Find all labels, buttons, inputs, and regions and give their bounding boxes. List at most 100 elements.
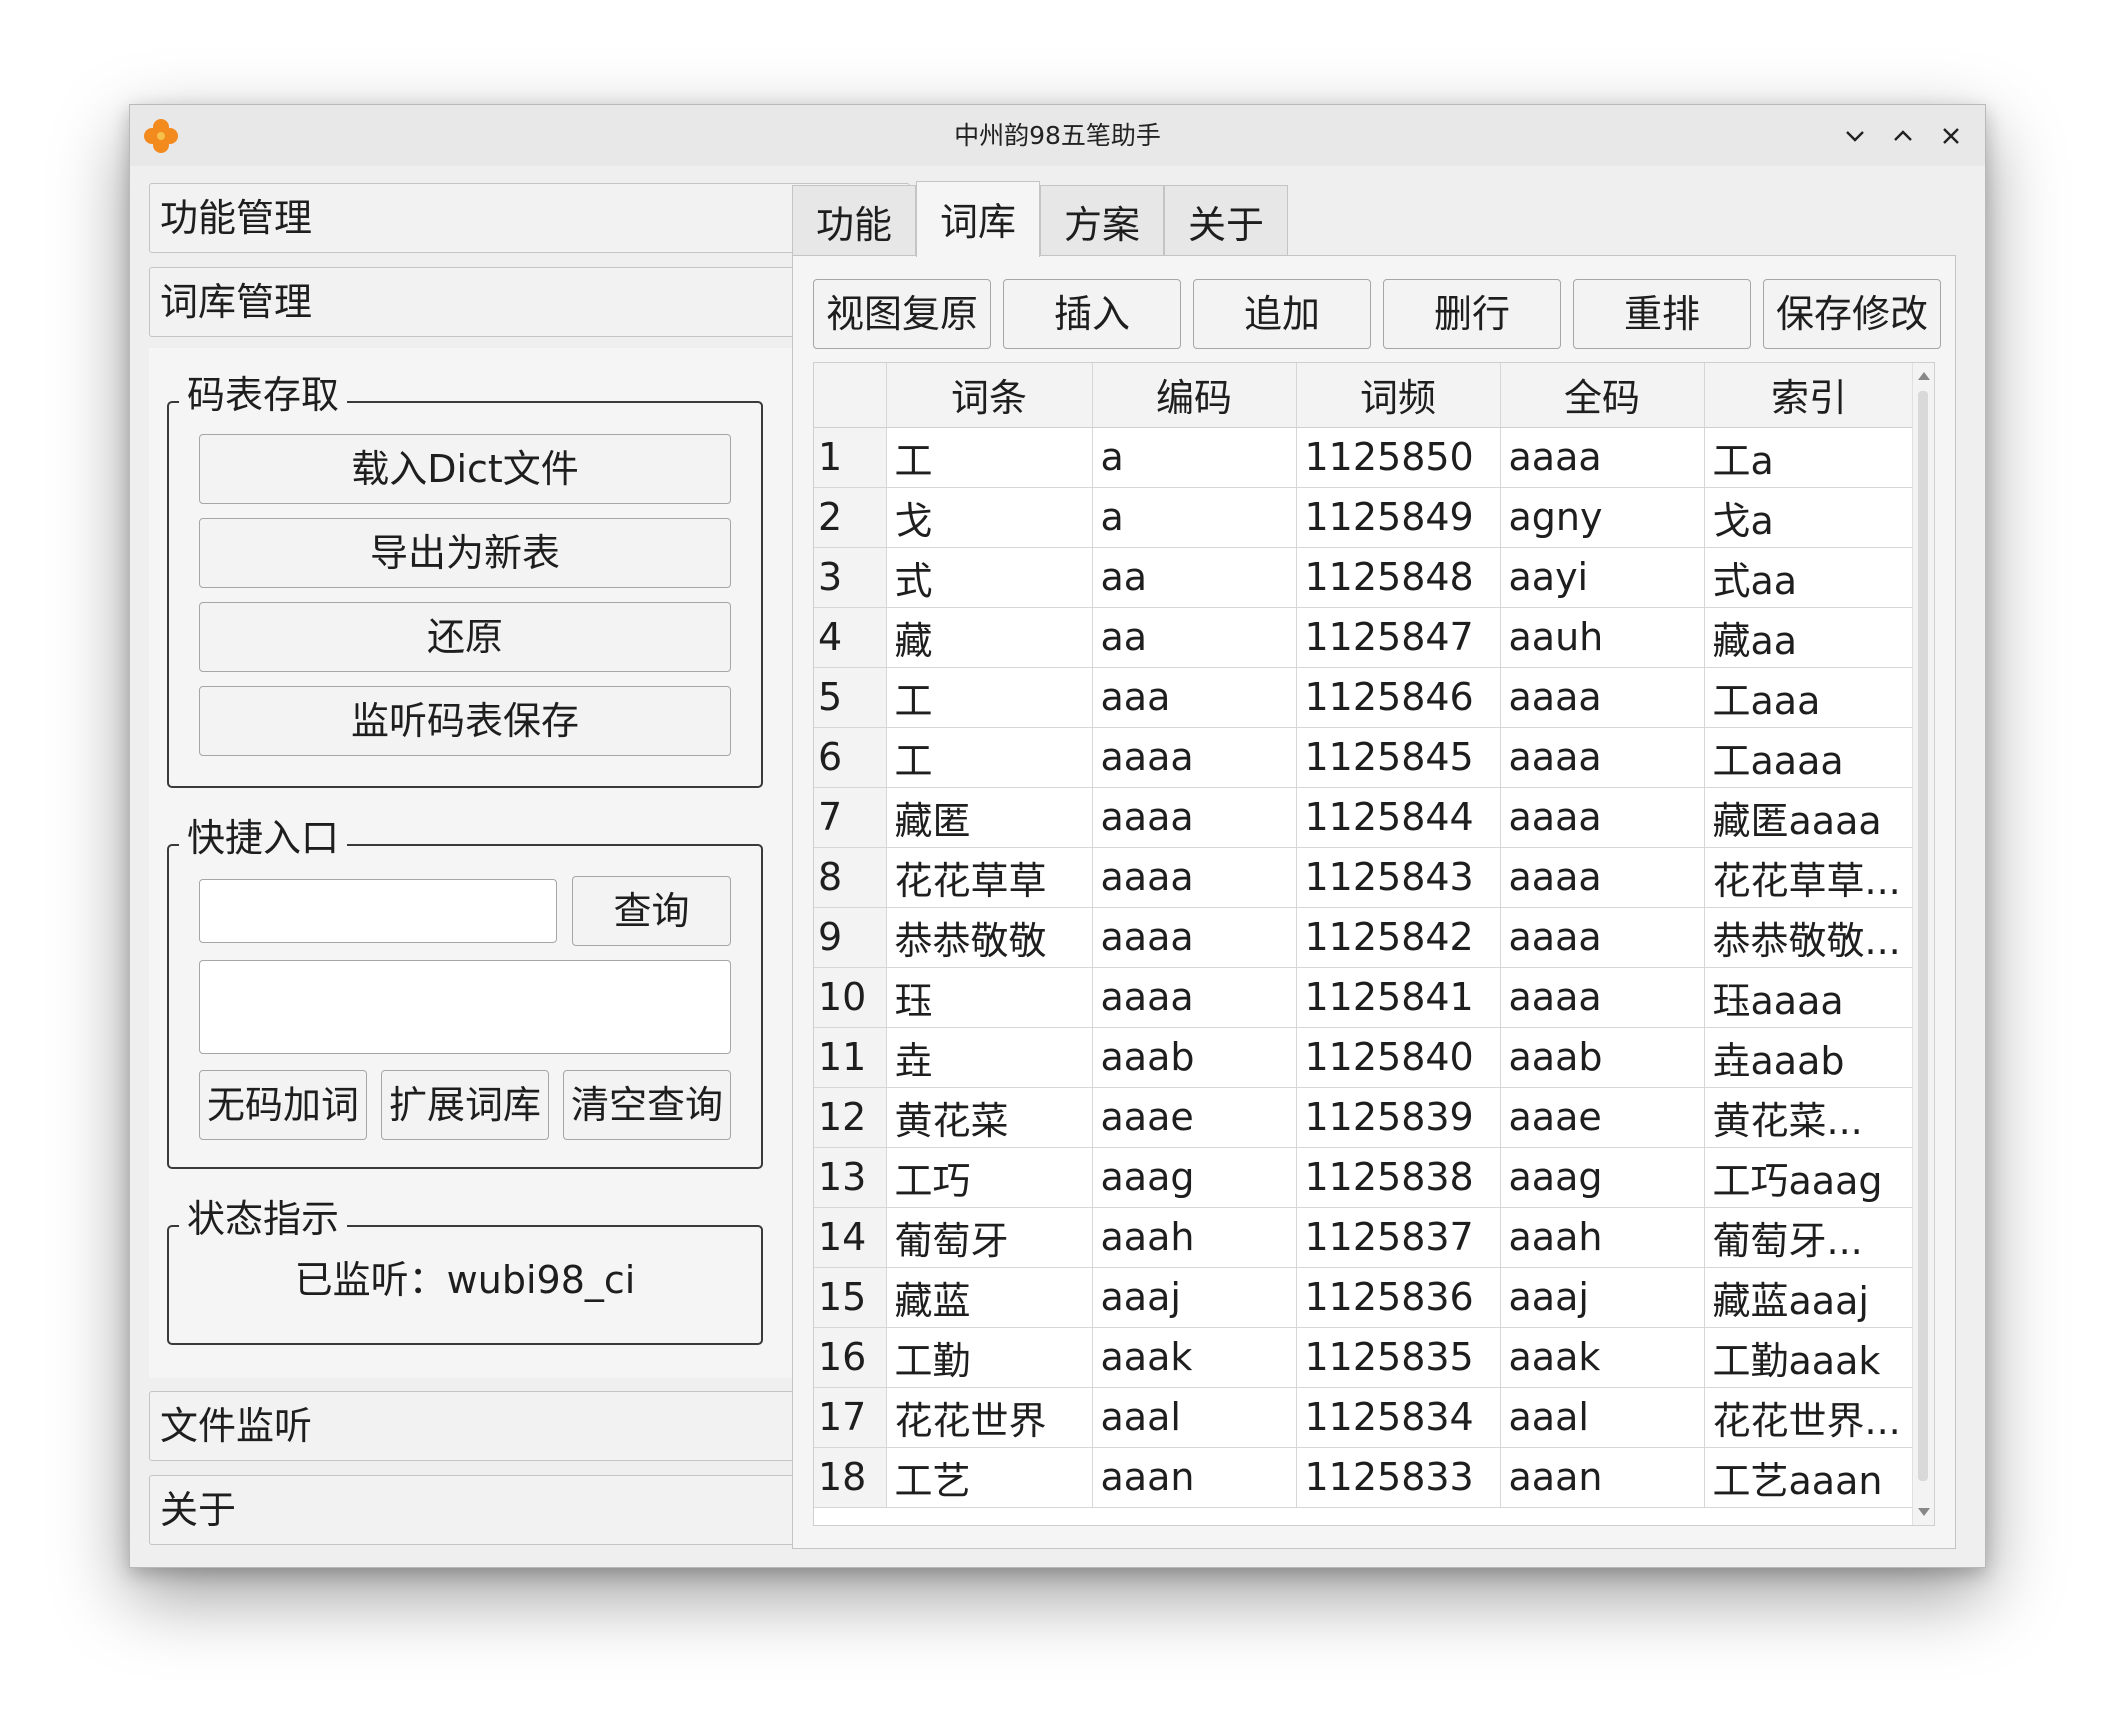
- cell-fullcode[interactable]: aaaj: [1500, 1267, 1705, 1328]
- clear-query-button[interactable]: 清空查询: [563, 1070, 731, 1140]
- cell-fullcode[interactable]: aaal: [1500, 1387, 1705, 1448]
- cell-word[interactable]: 戈: [886, 487, 1093, 548]
- cell-fullcode[interactable]: aaaa: [1500, 727, 1705, 788]
- cell-frequency[interactable]: 1125850: [1296, 427, 1501, 488]
- cell-code[interactable]: aaaa: [1092, 727, 1297, 788]
- cell-frequency[interactable]: 1125846: [1296, 667, 1501, 728]
- title-bar[interactable]: 中州韵98五笔助手: [130, 105, 1985, 166]
- row-number[interactable]: 17: [814, 1387, 887, 1448]
- table-row[interactable]: 2 戈 a 1125849 agny 戈a: [814, 487, 1915, 548]
- table-row[interactable]: 14 葡萄牙 aaah 1125837 aaah 葡萄牙...: [814, 1207, 1915, 1268]
- cell-word[interactable]: 葡萄牙: [886, 1207, 1093, 1268]
- row-number[interactable]: 14: [814, 1207, 887, 1268]
- tab-dict[interactable]: 词库: [916, 181, 1040, 257]
- table-row[interactable]: 17 花花世界 aaal 1125834 aaal 花花世界...: [814, 1387, 1915, 1448]
- cell-code[interactable]: aaaj: [1092, 1267, 1297, 1328]
- save-changes-button[interactable]: 保存修改: [1763, 279, 1941, 349]
- row-number[interactable]: 3: [814, 547, 887, 608]
- row-number[interactable]: 5: [814, 667, 887, 728]
- row-number[interactable]: 10: [814, 967, 887, 1028]
- cell-index[interactable]: 式aa: [1704, 547, 1915, 608]
- cell-code[interactable]: aa: [1092, 607, 1297, 668]
- cell-fullcode[interactable]: aaae: [1500, 1087, 1705, 1148]
- cell-code[interactable]: aaak: [1092, 1327, 1297, 1388]
- row-number[interactable]: 7: [814, 787, 887, 848]
- cell-code[interactable]: aa: [1092, 547, 1297, 608]
- row-number[interactable]: 11: [814, 1027, 887, 1088]
- cell-word[interactable]: 藏蓝: [886, 1267, 1093, 1328]
- cell-fullcode[interactable]: aaaa: [1500, 907, 1705, 968]
- table-row[interactable]: 16 工勤 aaak 1125835 aaak 工勤aaak: [814, 1327, 1915, 1388]
- row-number[interactable]: 8: [814, 847, 887, 908]
- cell-code[interactable]: aaag: [1092, 1147, 1297, 1208]
- cell-word[interactable]: 黄花菜: [886, 1087, 1093, 1148]
- dict-table[interactable]: 词条 编码 词频 全码 索引 1 工 a 1125850 aaaa 工a 2 戈 a 112584…: [813, 362, 1935, 1526]
- cell-code[interactable]: aaah: [1092, 1207, 1297, 1268]
- table-row[interactable]: 18 工艺 aaan 1125833 aaan 工艺aaan: [814, 1447, 1915, 1508]
- cell-index[interactable]: 工aaaa: [1704, 727, 1915, 788]
- tab-about[interactable]: 关于: [1164, 185, 1288, 255]
- row-number[interactable]: 6: [814, 727, 887, 788]
- cell-fullcode[interactable]: aaaa: [1500, 847, 1705, 908]
- cell-word[interactable]: 花花草草: [886, 847, 1093, 908]
- table-row[interactable]: 5 工 aaa 1125846 aaaa 工aaa: [814, 667, 1915, 728]
- cell-frequency[interactable]: 1125834: [1296, 1387, 1501, 1448]
- close-button[interactable]: [1934, 119, 1968, 153]
- cell-index[interactable]: 戈a: [1704, 487, 1915, 548]
- maximize-button[interactable]: [1886, 119, 1920, 153]
- column-header-frequency[interactable]: 词频: [1296, 363, 1501, 428]
- watch-save-button[interactable]: 监听码表保存: [199, 686, 731, 756]
- table-row[interactable]: 4 藏 aa 1125847 aauh 藏aa: [814, 607, 1915, 668]
- column-header-fullcode[interactable]: 全码: [1500, 363, 1705, 428]
- table-row[interactable]: 11 垚 aaab 1125840 aaab 垚aaab: [814, 1027, 1915, 1088]
- cell-code[interactable]: aaaa: [1092, 847, 1297, 908]
- cell-code[interactable]: a: [1092, 487, 1297, 548]
- cell-frequency[interactable]: 1125839: [1296, 1087, 1501, 1148]
- cell-frequency[interactable]: 1125836: [1296, 1267, 1501, 1328]
- table-row[interactable]: 6 工 aaaa 1125845 aaaa 工aaaa: [814, 727, 1915, 788]
- row-number[interactable]: 1: [814, 427, 887, 488]
- cell-frequency[interactable]: 1125847: [1296, 607, 1501, 668]
- cell-fullcode[interactable]: aauh: [1500, 607, 1705, 668]
- row-number[interactable]: 9: [814, 907, 887, 968]
- reset-view-button[interactable]: 视图复原: [813, 279, 991, 349]
- load-dict-button[interactable]: 载入Dict文件: [199, 434, 731, 504]
- cell-frequency[interactable]: 1125837: [1296, 1207, 1501, 1268]
- cell-code[interactable]: aaan: [1092, 1447, 1297, 1508]
- cell-frequency[interactable]: 1125849: [1296, 487, 1501, 548]
- reorder-button[interactable]: 重排: [1573, 279, 1751, 349]
- column-header-word[interactable]: 词条: [886, 363, 1093, 428]
- cell-frequency[interactable]: 1125848: [1296, 547, 1501, 608]
- cell-word[interactable]: 垚: [886, 1027, 1093, 1088]
- column-header-index[interactable]: 索引: [1704, 363, 1915, 428]
- cell-fullcode[interactable]: agny: [1500, 487, 1705, 548]
- cell-code[interactable]: aaaa: [1092, 907, 1297, 968]
- cell-word[interactable]: 工: [886, 727, 1093, 788]
- insert-button[interactable]: 插入: [1003, 279, 1181, 349]
- cell-index[interactable]: 珏aaaa: [1704, 967, 1915, 1028]
- cell-fullcode[interactable]: aaag: [1500, 1147, 1705, 1208]
- tab-scheme[interactable]: 方案: [1040, 185, 1164, 255]
- cell-index[interactable]: 工a: [1704, 427, 1915, 488]
- cell-fullcode[interactable]: aaab: [1500, 1027, 1705, 1088]
- cell-fullcode[interactable]: aaaa: [1500, 427, 1705, 488]
- cell-code[interactable]: aaaa: [1092, 967, 1297, 1028]
- query-button[interactable]: 查询: [572, 876, 731, 946]
- cell-word[interactable]: 珏: [886, 967, 1093, 1028]
- cell-index[interactable]: 花花世界...: [1704, 1387, 1915, 1448]
- cell-fullcode[interactable]: aaah: [1500, 1207, 1705, 1268]
- cell-word[interactable]: 工: [886, 667, 1093, 728]
- table-row[interactable]: 3 式 aa 1125848 aayi 式aa: [814, 547, 1915, 608]
- cell-index[interactable]: 工艺aaan: [1704, 1447, 1915, 1508]
- extend-dict-button[interactable]: 扩展词库: [381, 1070, 549, 1140]
- table-row[interactable]: 15 藏蓝 aaaj 1125836 aaaj 藏蓝aaaj: [814, 1267, 1915, 1328]
- minimize-button[interactable]: [1838, 119, 1872, 153]
- cell-word[interactable]: 工艺: [886, 1447, 1093, 1508]
- cell-word[interactable]: 藏匿: [886, 787, 1093, 848]
- restore-button[interactable]: 还原: [199, 602, 731, 672]
- cell-word[interactable]: 恭恭敬敬: [886, 907, 1093, 968]
- cell-index[interactable]: 恭恭敬敬...: [1704, 907, 1915, 968]
- cell-frequency[interactable]: 1125843: [1296, 847, 1501, 908]
- cell-frequency[interactable]: 1125845: [1296, 727, 1501, 788]
- cell-index[interactable]: 藏aa: [1704, 607, 1915, 668]
